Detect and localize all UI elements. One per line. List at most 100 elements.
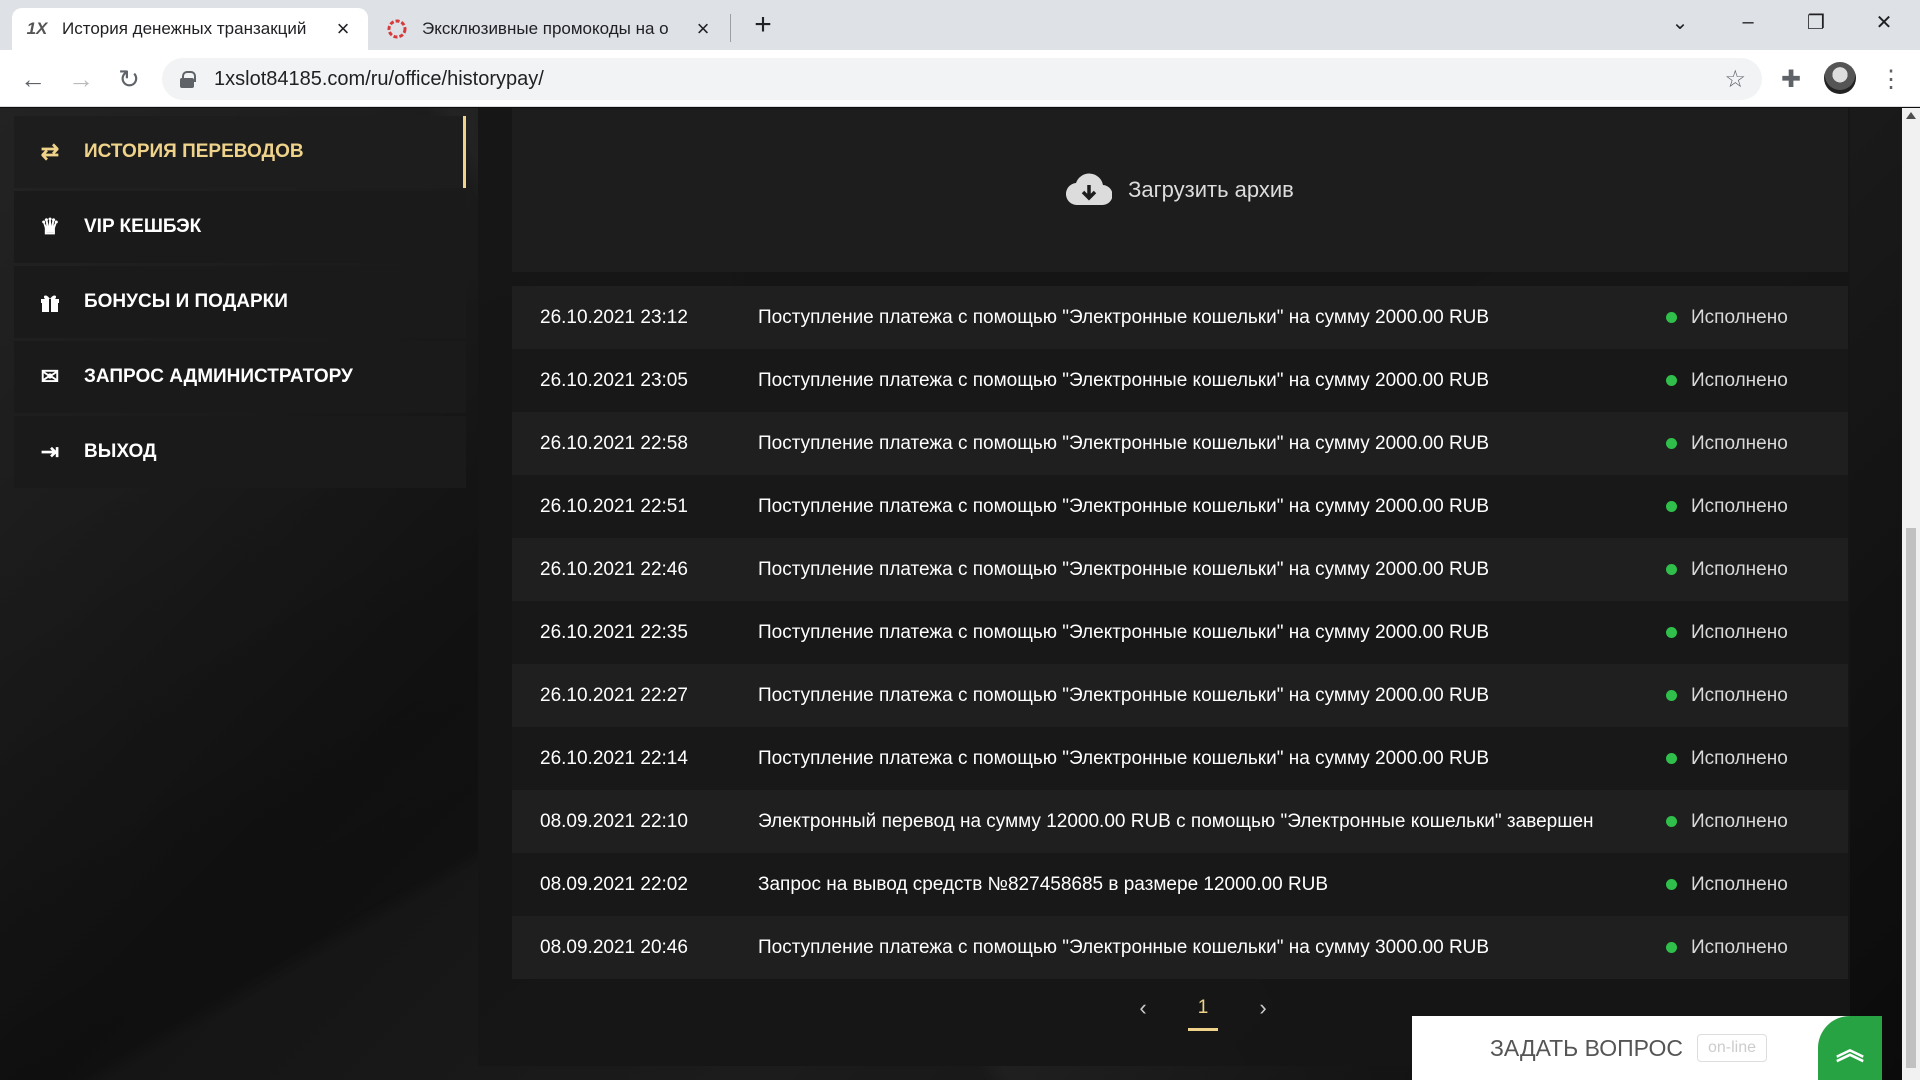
sidebar-item-bonuses[interactable]: БОНУСЫ И ПОДАРКИ [14,266,466,338]
transaction-description: Поступление платежа с помощью "Электронн… [758,369,1490,391]
tab-search-chevron-icon[interactable]: ⌄ [1646,0,1714,44]
page-content: ⇄ ИСТОРИЯ ПЕРЕВОДОВ ♛ VIP КЕШБЭК БОНУСЫ … [0,108,1902,1080]
new-tab-plus-icon[interactable]: + [748,8,778,41]
logout-icon: ⇥ [40,439,60,464]
transaction-description: Запрос на вывод средств №827458685 в раз… [758,873,1329,895]
status-text: Исполнено [1691,684,1788,706]
status-text: Исполнено [1691,747,1788,769]
crown-icon: ♛ [40,214,60,239]
status-text: Исполнено [1691,432,1788,454]
table-row: 26.10.2021 22:51 Поступление платежа с п… [512,475,1848,538]
account-sidebar: ⇄ ИСТОРИЯ ПЕРЕВОДОВ ♛ VIP КЕШБЭК БОНУСЫ … [14,116,466,491]
table-row: 26.10.2021 22:14 Поступление платежа с п… [512,727,1848,790]
transaction-date: 26.10.2021 23:12 [540,306,688,328]
address-bar[interactable]: 1xslot84185.com/ru/office/historypay/ ☆ [162,58,1762,100]
transaction-date: 26.10.2021 22:58 [540,432,688,454]
scroll-up-chevron-icon[interactable]: ︽ [1818,1016,1882,1080]
tab-history[interactable]: 1X История денежных транзакций × [12,8,368,50]
page-scrollbar[interactable] [1902,108,1920,1080]
table-row: 08.09.2021 22:02 Запрос на вывод средств… [512,853,1848,916]
status-text: Исполнено [1691,810,1788,832]
scroll-up-arrow-icon[interactable] [1906,112,1916,119]
status-text: Исполнено [1691,621,1788,643]
sidebar-item-label: БОНУСЫ И ПОДАРКИ [84,291,288,312]
tab-title: История денежных транзакций [62,19,307,38]
window-close-icon[interactable]: ✕ [1850,0,1918,44]
page-number-current[interactable]: 1 [1188,997,1218,1031]
1x-favicon-icon: 1X [26,19,48,38]
ask-question-widget[interactable]: ЗАДАТЬ ВОПРОС on-line ︽ [1412,1016,1882,1080]
url-text[interactable]: 1xslot84185.com/ru/office/historypay/ [214,68,1724,91]
status-text: Исполнено [1691,495,1788,517]
download-archive-button[interactable]: Загрузить архив [512,108,1848,272]
transaction-date: 26.10.2021 22:51 [540,495,688,517]
transaction-description: Поступление платежа с помощью "Электронн… [758,306,1490,328]
status-dot-icon [1666,879,1677,890]
scrollbar-thumb[interactable] [1906,528,1916,1068]
sidebar-item-transfer-history[interactable]: ⇄ ИСТОРИЯ ПЕРЕВОДОВ [14,116,466,188]
tab-title: Эксклюзивные промокоды на о [422,19,669,38]
status-dot-icon [1666,312,1677,323]
restore-icon[interactable]: ❐ [1782,0,1850,44]
close-icon[interactable]: × [332,16,354,41]
sidebar-item-label: VIP КЕШБЭК [84,216,202,237]
sidebar-item-admin-request[interactable]: ✉ ЗАПРОС АДМИНИСТРАТОРУ [14,341,466,413]
transaction-description: Поступление платежа с помощью "Электронн… [758,432,1490,454]
transfer-arrows-icon: ⇄ [40,139,60,164]
transaction-date: 08.09.2021 20:46 [540,936,688,958]
table-row: 26.10.2021 23:12 Поступление платежа с п… [512,286,1848,349]
chevron-right-icon[interactable]: › [1248,995,1278,1021]
gift-icon [38,290,62,314]
status-badge: Исполнено [1666,811,1848,833]
close-icon[interactable]: × [692,16,714,41]
transaction-date: 26.10.2021 23:05 [540,369,688,391]
minimize-icon[interactable]: – [1714,0,1782,44]
pagination: ‹ 1 › [1128,988,1278,1031]
status-dot-icon [1666,375,1677,386]
sidebar-item-label: ЗАПРОС АДМИНИСТРАТОРУ [84,366,353,387]
transaction-date: 26.10.2021 22:46 [540,558,688,580]
status-badge: Исполнено [1666,874,1848,896]
status-dot-icon [1666,564,1677,575]
sidebar-item-vip-cashback[interactable]: ♛ VIP КЕШБЭК [14,191,466,263]
transaction-description: Электронный перевод на сумму 12000.00 RU… [758,810,1594,832]
lock-icon[interactable] [180,71,196,88]
transaction-date: 26.10.2021 22:14 [540,747,688,769]
transaction-description: Поступление платежа с помощью "Электронн… [758,684,1490,706]
sidebar-item-label: ИСТОРИЯ ПЕРЕВОДОВ [84,141,304,162]
cloud-download-icon [1066,173,1113,206]
status-dot-icon [1666,690,1677,701]
transaction-date: 08.09.2021 22:10 [540,810,688,832]
forward-arrow-icon[interactable]: → [64,62,98,96]
status-badge: Исполнено [1666,496,1848,518]
menu-kebab-icon[interactable]: ⋮ [1876,64,1906,94]
sidebar-item-label: ВЫХОД [84,441,157,462]
status-badge: Исполнено [1666,433,1848,455]
transaction-date: 26.10.2021 22:27 [540,684,688,706]
status-dot-icon [1666,816,1677,827]
chevron-left-icon[interactable]: ‹ [1128,995,1158,1021]
status-text: Исполнено [1691,936,1788,958]
back-arrow-icon[interactable]: ← [16,62,50,96]
ask-question-label: ЗАДАТЬ ВОПРОС [1490,1034,1683,1061]
status-text: Исполнено [1691,873,1788,895]
status-dot-icon [1666,753,1677,764]
bookmark-star-icon[interactable]: ☆ [1724,65,1746,94]
transaction-description: Поступление платежа с помощью "Электронн… [758,747,1490,769]
status-dot-icon [1666,438,1677,449]
reload-icon[interactable]: ↻ [112,62,146,96]
table-row: 26.10.2021 22:58 Поступление платежа с п… [512,412,1848,475]
table-row: 08.09.2021 20:46 Поступление платежа с п… [512,916,1848,979]
table-row: 26.10.2021 22:46 Поступление платежа с п… [512,538,1848,601]
status-dot-icon [1666,627,1677,638]
extensions-puzzle-icon[interactable]: ✚ [1776,64,1806,94]
address-toolbar: ← → ↻ 1xslot84185.com/ru/office/historyp… [0,50,1920,107]
sidebar-item-logout[interactable]: ⇥ ВЫХОД [14,416,466,488]
status-badge: Исполнено [1666,937,1848,959]
tab-promocodes[interactable]: Эксклюзивные промокоды на о × [372,8,728,50]
transaction-description: Поступление платежа с помощью "Электронн… [758,495,1490,517]
download-archive-label: Загрузить архив [1128,177,1294,202]
transaction-date: 08.09.2021 22:02 [540,873,688,895]
profile-avatar[interactable] [1824,62,1856,94]
status-dot-icon [1666,942,1677,953]
